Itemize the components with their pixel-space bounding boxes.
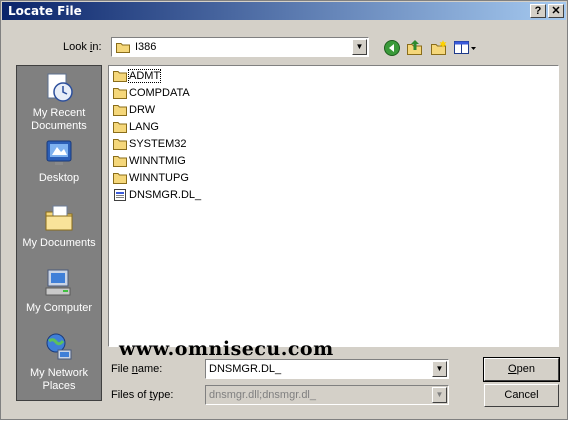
- file-name: DRW: [129, 104, 156, 116]
- folder-icon: [116, 43, 130, 53]
- place-my-network-places[interactable]: My Network Places: [17, 332, 101, 393]
- files-of-type-label: Files of type:: [111, 389, 174, 401]
- file-name: COMPDATA: [129, 87, 190, 99]
- places-bar: My Recent Documents Desktop My Documents…: [16, 65, 102, 401]
- new-folder-icon[interactable]: [430, 39, 448, 57]
- files-of-type-value: dnsmgr.dll;dnsmgr.dl_: [209, 389, 316, 401]
- folder-icon: [113, 71, 127, 83]
- place-label: My Computer: [25, 302, 93, 314]
- up-one-level-icon[interactable]: [406, 39, 424, 57]
- list-item-folder[interactable]: WINNTMIG: [113, 153, 186, 169]
- place-label: My Network Places: [29, 367, 89, 392]
- folder-icon: [113, 122, 127, 134]
- recent-documents-icon: [47, 73, 73, 102]
- window-title: Locate File: [8, 4, 82, 18]
- place-my-documents[interactable]: My Documents: [17, 202, 101, 250]
- file-list[interactable]: ADMT COMPDATA DRW LANG SYSTEM32 WINNTMIG…: [108, 65, 559, 347]
- folder-icon: [113, 173, 127, 185]
- my-computer-icon: [45, 269, 71, 296]
- help-button[interactable]: ?: [530, 4, 546, 18]
- file-name: SYSTEM32: [129, 138, 187, 150]
- list-item-folder[interactable]: COMPDATA: [113, 85, 190, 101]
- look-in-combo[interactable]: I386 ▼: [111, 37, 369, 57]
- close-button[interactable]: ✕: [548, 4, 564, 18]
- file-name-label: File name:: [111, 363, 163, 375]
- file-name: LANG: [129, 121, 159, 133]
- list-item-folder[interactable]: SYSTEM32: [113, 136, 186, 152]
- list-item-folder[interactable]: LANG: [113, 119, 159, 135]
- folder-icon: [113, 105, 127, 117]
- look-in-label: Look in:: [63, 41, 102, 53]
- list-item-file[interactable]: DNSMGR.DL_: [113, 187, 201, 203]
- open-button[interactable]: Open: [483, 357, 560, 382]
- my-documents-icon: [45, 205, 73, 231]
- watermark-text: www.omnisecu.com: [119, 338, 334, 360]
- place-label: My Documents: [22, 237, 96, 249]
- list-item-folder[interactable]: ADMT: [113, 68, 162, 84]
- locate-file-dialog: Locate File ? ✕ Look in: I386 ▼ My Recen…: [0, 0, 568, 420]
- file-name: WINNTMIG: [129, 155, 186, 167]
- look-in-value: I386: [135, 41, 157, 53]
- look-in-dropdown-arrow[interactable]: ▼: [352, 39, 367, 55]
- back-icon[interactable]: [383, 39, 401, 57]
- file-name-combo[interactable]: DNSMGR.DL_ ▼: [205, 359, 449, 379]
- cancel-button[interactable]: Cancel: [484, 384, 559, 407]
- list-item-folder[interactable]: WINNTUPG: [113, 170, 189, 186]
- folder-icon: [113, 139, 127, 151]
- files-of-type-dropdown-arrow: ▼: [432, 387, 447, 403]
- network-places-icon: [46, 333, 72, 360]
- file-name-input[interactable]: DNSMGR.DL_: [209, 363, 281, 375]
- file-name-dropdown-arrow[interactable]: ▼: [432, 361, 447, 377]
- view-menu-icon[interactable]: [453, 39, 477, 57]
- title-bar[interactable]: Locate File ? ✕: [2, 2, 566, 20]
- list-item-folder[interactable]: DRW: [113, 102, 155, 118]
- system-file-icon: [114, 189, 126, 202]
- files-of-type-combo: dnsmgr.dll;dnsmgr.dl_ ▼: [205, 385, 449, 405]
- file-name: ADMT: [127, 69, 162, 83]
- folder-icon: [113, 88, 127, 100]
- place-my-recent-documents[interactable]: My Recent Documents: [17, 72, 101, 133]
- place-label: My Recent Documents: [31, 107, 87, 132]
- folder-icon: [113, 156, 127, 168]
- file-name: DNSMGR.DL_: [129, 189, 202, 201]
- place-my-computer[interactable]: My Computer: [17, 267, 101, 315]
- place-label: Desktop: [38, 172, 80, 184]
- desktop-icon: [46, 140, 72, 165]
- file-name: WINNTUPG: [129, 172, 189, 184]
- place-desktop[interactable]: Desktop: [17, 137, 101, 185]
